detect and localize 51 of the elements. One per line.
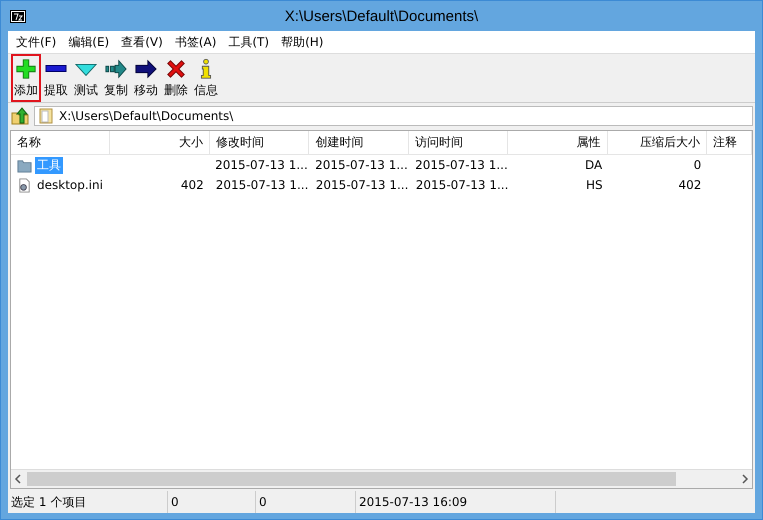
- menu-item[interactable]: 工具(T): [222, 34, 276, 50]
- column-header[interactable]: 名称: [11, 131, 110, 154]
- column-header[interactable]: 属性: [508, 131, 608, 154]
- delete-icon: [165, 58, 187, 80]
- status-text: 选定 1 个项目: [11, 494, 86, 510]
- menu-item[interactable]: 查看(V): [115, 34, 169, 50]
- horizontal-scrollbar[interactable]: [11, 469, 752, 488]
- scrollbar-thumb[interactable]: [27, 472, 676, 486]
- menu-item[interactable]: 编辑(E): [62, 34, 116, 50]
- table-cell: 2015-07-13 1...: [216, 178, 308, 192]
- menu-item[interactable]: 书签(A): [168, 34, 222, 50]
- column-header[interactable]: 大小: [110, 131, 210, 154]
- up-arrow-folder-icon[interactable]: [10, 106, 30, 126]
- column-header[interactable]: 注释: [707, 131, 752, 154]
- toolbar-button[interactable]: 删除: [161, 54, 191, 102]
- address-field[interactable]: X:\Users\Default\Documents\: [34, 106, 753, 126]
- status-text: 2015-07-13 16:09: [359, 495, 468, 509]
- window-title: X:\Users\Default\Documents\: [284, 8, 478, 24]
- arrow-icon: [135, 58, 157, 80]
- status-text: 0: [171, 495, 179, 509]
- table-cell: 402: [678, 178, 702, 192]
- toolbar-button[interactable]: 信息: [191, 54, 221, 102]
- dotted-arrow-icon: [105, 58, 127, 80]
- column-header[interactable]: 压缩后大小: [608, 131, 708, 154]
- table-cell: 402: [180, 178, 204, 192]
- toolbar-button[interactable]: 添加: [11, 54, 41, 102]
- folder-icon: [17, 158, 32, 172]
- folder-icon: [39, 108, 53, 124]
- table-cell: DA: [584, 158, 602, 172]
- table-cell: 2015-07-13 1...: [215, 158, 308, 172]
- toolbar-button[interactable]: 移动: [131, 54, 161, 102]
- column-header[interactable]: 创建时间: [309, 131, 409, 154]
- table-cell: 2015-07-13 1...: [315, 158, 408, 172]
- settings-file-icon: [17, 178, 32, 192]
- column-header[interactable]: 修改时间: [210, 131, 310, 154]
- table-cell: HS: [586, 178, 603, 192]
- table-cell: 2015-07-13 1...: [416, 178, 508, 192]
- toolbar-button[interactable]: 复制: [101, 54, 131, 102]
- status-text: 0: [259, 495, 267, 509]
- menu-item[interactable]: 帮助(H): [275, 34, 330, 50]
- toolbar-button[interactable]: 提取: [41, 54, 71, 102]
- minus-icon: [45, 64, 67, 72]
- menu-item[interactable]: 文件(F): [10, 34, 62, 50]
- column-header[interactable]: 访问时间: [408, 131, 508, 154]
- toolbar-button[interactable]: 测试: [71, 54, 101, 102]
- plus-icon: [15, 58, 37, 80]
- table-cell: 2015-07-13 1...: [316, 178, 408, 192]
- file-name[interactable]: desktop.ini: [35, 178, 105, 192]
- table-cell: 2015-07-13 1...: [415, 158, 508, 172]
- table-cell: 0: [694, 158, 702, 172]
- app-logo-icon: [10, 10, 26, 22]
